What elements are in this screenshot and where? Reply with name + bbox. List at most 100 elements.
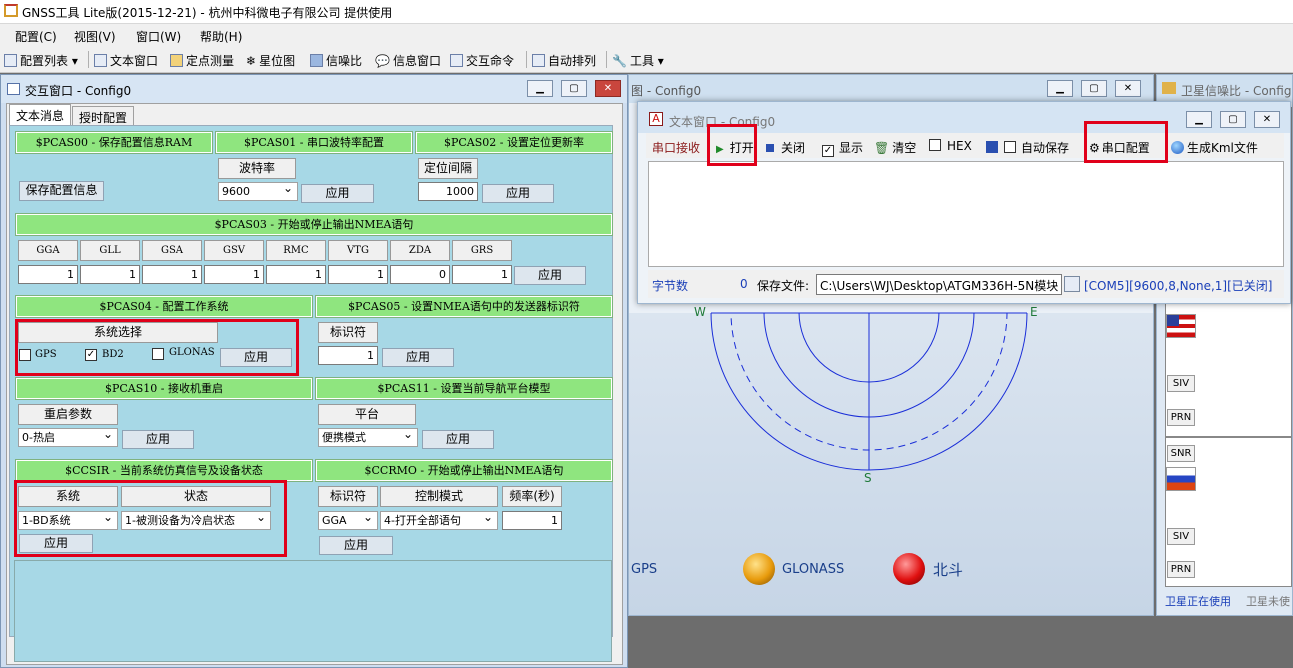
ccrmo-id-select[interactable]: GGA xyxy=(318,509,378,530)
trash-icon: 🗑 xyxy=(874,141,890,155)
nmea-apply-button[interactable]: 应用 xyxy=(514,266,586,285)
fix-interval-input[interactable]: 1000 xyxy=(418,182,478,201)
ccrmo-apply-button[interactable]: 应用 xyxy=(319,536,393,555)
save-file-label: 保存文件: xyxy=(757,279,810,293)
auto-arrange-button[interactable]: 自动排列 xyxy=(532,52,596,69)
baud-apply-button[interactable]: 应用 xyxy=(301,184,374,203)
beidou-indicator-icon xyxy=(893,553,925,585)
talker-id-label: 标识符 xyxy=(318,322,378,343)
fix-interval-label: 定位间隔 xyxy=(418,158,478,179)
star-map-button[interactable]: ❄ 星位图 xyxy=(246,52,295,69)
nmea-input-vtg[interactable]: 1 xyxy=(328,265,388,284)
close-port-button[interactable]: 关闭 xyxy=(766,139,805,156)
interact-window: 交互窗口 - Config0 ▁ ▢ ✕ 文本消息 授时配置 $PCAS00 -… xyxy=(0,74,628,668)
satellite-icon: ❄ xyxy=(246,54,257,68)
autosave-check-icon xyxy=(1004,141,1016,153)
tab-text-message[interactable]: 文本消息 xyxy=(9,104,72,125)
menu-help[interactable]: 帮助(H) xyxy=(200,28,242,45)
snr-label: SNR xyxy=(1167,445,1195,462)
ccrmo-mode-label: 控制模式 xyxy=(380,486,498,507)
pcas05-header: $PCAS05 - 设置NMEA语句中的发送器标识符 xyxy=(315,295,613,318)
west-label: W xyxy=(694,305,706,319)
tab-timing-config[interactable]: 授时配置 xyxy=(72,106,135,125)
fixed-point-button[interactable]: 定点测量 xyxy=(170,52,234,69)
platform-select[interactable]: 便携模式 xyxy=(318,426,418,447)
nmea-col-zda: ZDA xyxy=(390,240,450,261)
ccsir-header: $CCSIR - 当前系统仿真信号及设备状态 xyxy=(15,459,313,482)
nmea-col-vtg: VTG xyxy=(328,240,388,261)
restart-apply-button[interactable]: 应用 xyxy=(122,430,194,449)
hex-checkbox[interactable]: HEX xyxy=(929,139,972,153)
window-icon xyxy=(532,54,545,67)
nmea-input-gga[interactable]: 1 xyxy=(18,265,78,284)
talker-apply-button[interactable]: 应用 xyxy=(382,348,454,367)
nmea-input-gsv[interactable]: 1 xyxy=(204,265,264,284)
minimize-button[interactable]: ▁ xyxy=(527,80,553,97)
nmea-input-rmc[interactable]: 1 xyxy=(266,265,326,284)
tools-button[interactable]: 🔧 工具 ▾ xyxy=(612,52,664,69)
nmea-input-gsa[interactable]: 1 xyxy=(142,265,202,284)
highlight-system-select xyxy=(15,319,299,376)
save-config-button[interactable]: 保存配置信息 xyxy=(19,181,104,201)
maximize-button[interactable]: ▢ xyxy=(561,80,587,97)
text-window-button[interactable]: 文本窗口 xyxy=(94,52,158,69)
speech-bubble-icon: 💬 xyxy=(375,54,390,68)
pcas10-header: $PCAS10 - 接收机重启 xyxy=(15,377,313,400)
interact-title-bar: 交互窗口 - Config0 ▁ ▢ ✕ xyxy=(1,75,627,103)
terminal-icon xyxy=(450,54,463,67)
highlight-serial-config xyxy=(1084,121,1168,163)
menu-view[interactable]: 视图(V) xyxy=(74,28,116,45)
nmea-input-gll[interactable]: 1 xyxy=(80,265,140,284)
close-button[interactable]: ✕ xyxy=(1254,111,1280,128)
clear-button[interactable]: 🗑 清空 xyxy=(874,139,916,156)
prn-label-2: PRN xyxy=(1167,561,1195,578)
in-use-tab[interactable]: 卫星正在使用 xyxy=(1165,593,1231,609)
pcas02-header: $PCAS02 - 设置定位更新率 xyxy=(415,131,613,154)
main-toolbar: 配置列表 ▾ 文本窗口 定点测量 ❄ 星位图 信噪比 💬 信息窗口 交互命令 自动排… xyxy=(0,46,1293,73)
stop-icon xyxy=(766,144,774,152)
talker-id-input[interactable]: 1 xyxy=(318,346,378,365)
star-map-title: 图 - Config0 xyxy=(631,84,702,98)
config-list-button[interactable]: 配置列表 ▾ xyxy=(4,52,78,69)
generate-kml-button[interactable]: 生成Kml文件 xyxy=(1171,139,1258,156)
beidou-label: 北斗 xyxy=(933,561,964,579)
text-output-area[interactable] xyxy=(648,161,1284,267)
nmea-col-rmc: RMC xyxy=(266,240,326,261)
pcas03-header: $PCAS03 - 开始或停止输出NMEA语句 xyxy=(15,213,613,236)
show-checkbox[interactable]: ✓ 显示 xyxy=(822,139,863,157)
close-button[interactable]: ✕ xyxy=(1115,80,1141,97)
minimize-button[interactable]: ▁ xyxy=(1186,111,1212,128)
byte-count-label: 字节数 xyxy=(652,279,689,293)
menu-window[interactable]: 窗口(W) xyxy=(136,28,181,45)
snr-button[interactable]: 信噪比 xyxy=(310,52,362,69)
pcas04-header: $PCAS04 - 配置工作系统 xyxy=(15,295,313,318)
nmea-input-zda[interactable]: 0 xyxy=(390,265,450,284)
save-file-path-input[interactable]: C:\Users\WJ\Desktop\ATGM336H-5N模块 xyxy=(816,274,1062,295)
home-icon xyxy=(4,4,18,17)
minimize-button[interactable]: ▁ xyxy=(1047,80,1073,97)
bar-chart-icon xyxy=(1162,82,1176,94)
nmea-input-grs[interactable]: 1 xyxy=(452,265,512,284)
hex-check-icon xyxy=(929,139,941,151)
fix-interval-apply-button[interactable]: 应用 xyxy=(482,184,554,203)
command-panel: $PCAS00 - 保存配置信息RAM 保存配置信息 $PCAS01 - 串口波… xyxy=(9,125,613,662)
browse-folder-icon[interactable] xyxy=(1064,276,1080,292)
glonass-label: GLONASS xyxy=(782,562,845,577)
maximize-button[interactable]: ▢ xyxy=(1220,111,1246,128)
not-used-tab[interactable]: 卫星未使 xyxy=(1246,593,1290,609)
baud-rate-select[interactable]: 9600 xyxy=(218,180,298,201)
ccrmo-freq-input[interactable]: 1 xyxy=(502,511,562,530)
info-window-button[interactable]: 💬 信息窗口 xyxy=(375,52,441,69)
south-label: S xyxy=(864,471,872,485)
platform-apply-button[interactable]: 应用 xyxy=(422,430,494,449)
ccrmo-mode-select[interactable]: 4-打开全部语句 xyxy=(380,509,498,530)
menu-config[interactable]: 配置(C) xyxy=(15,28,57,45)
interact-command-button[interactable]: 交互命令 xyxy=(450,52,514,69)
restart-param-select[interactable]: 0-热启 xyxy=(18,426,118,447)
autosave-checkbox[interactable]: 自动保存 xyxy=(986,139,1069,156)
interact-output-area[interactable] xyxy=(14,560,612,662)
maximize-button[interactable]: ▢ xyxy=(1081,80,1107,97)
close-button[interactable]: ✕ xyxy=(595,80,621,97)
east-label: E xyxy=(1030,305,1038,319)
interact-title: 交互窗口 - Config0 xyxy=(25,84,132,98)
